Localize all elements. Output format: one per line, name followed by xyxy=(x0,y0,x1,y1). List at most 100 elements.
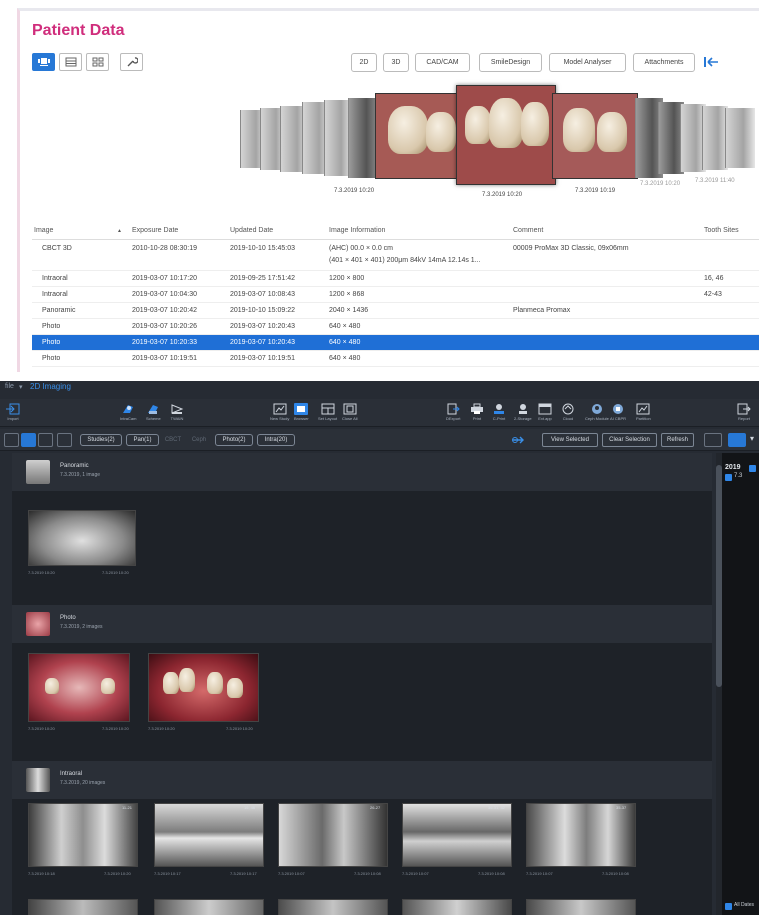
date-checkbox[interactable] xyxy=(725,474,732,481)
list-mode-button[interactable] xyxy=(704,433,722,447)
image-carousel[interactable]: 7.3.2019 10:20 7.3.2019 10:20 7.3.2019 1… xyxy=(240,85,759,198)
refresh-button[interactable]: Refresh xyxy=(661,433,694,447)
storage-button[interactable]: 2-Storage xyxy=(514,403,532,425)
new-study-button[interactable]: New Study xyxy=(270,403,289,425)
dexport-button[interactable]: DExport xyxy=(446,403,460,425)
carousel-date: 7.3.2019 10:20 xyxy=(640,181,681,187)
table-row[interactable]: Intraoral 2019-03-07 10:04:30 2019-03-07… xyxy=(32,287,759,303)
panoramic-image[interactable] xyxy=(28,510,136,566)
ai-cbpr-button[interactable]: AI CBPR xyxy=(610,403,626,425)
module-model-analyser-button[interactable]: Model Analyser xyxy=(549,53,626,72)
import-button[interactable]: Import xyxy=(6,403,20,425)
cell-info: 640 × 480 xyxy=(329,355,361,362)
twain-button[interactable]: TWAIN xyxy=(170,403,184,425)
layout-icon xyxy=(321,403,335,415)
column-header-comment[interactable]: Comment xyxy=(513,227,543,234)
carousel-photo-1[interactable] xyxy=(375,93,461,179)
filter-ceph[interactable]: Ceph xyxy=(188,434,210,446)
carousel-view-button[interactable] xyxy=(4,433,19,447)
sort-icon[interactable]: ▲ xyxy=(117,228,122,234)
intracam-button[interactable]: IntraCam xyxy=(120,403,136,425)
intraoral-image-4[interactable] xyxy=(402,803,512,867)
photo-image-1[interactable] xyxy=(28,653,130,722)
filter-pan[interactable]: Pan(1) xyxy=(126,434,159,446)
section-summary: 7.3.2019, 1 image xyxy=(60,472,101,478)
chevron-down-icon[interactable]: ▾ xyxy=(19,383,23,391)
carousel-photo-3[interactable] xyxy=(552,93,638,179)
carousel-view-button[interactable] xyxy=(32,53,55,71)
set-layout-button[interactable]: Set Layout xyxy=(318,403,337,425)
table-row[interactable]: CBCT 3D 2010-10-28 08:30:19 2019-10-10 1… xyxy=(32,241,759,271)
tools-button[interactable] xyxy=(120,53,143,71)
table-row[interactable]: Panoramic 2019-03-07 10:20:42 2019-10-10… xyxy=(32,303,759,319)
module-cadcam-button[interactable]: CAD/CAM xyxy=(415,53,470,72)
print-button[interactable]: Print xyxy=(470,403,484,425)
cell-updated: 2019-10-10 15:45:03 xyxy=(230,245,295,252)
year-node[interactable]: 2019 xyxy=(725,464,741,471)
list-view-button[interactable] xyxy=(59,53,82,71)
module-attachments-button[interactable]: Attachments xyxy=(633,53,695,72)
intraoral-image-3[interactable] xyxy=(278,803,388,867)
photo-image-2[interactable] xyxy=(148,653,259,722)
filter-cbct[interactable]: CBCT xyxy=(160,434,186,446)
section-photo[interactable]: Photo 7.3.2019, 2 images xyxy=(12,605,712,643)
cell-info: 1200 × 800 xyxy=(329,275,365,282)
clear-selection-button[interactable]: Clear Selection xyxy=(602,433,657,447)
cell-info-detail: (401 × 401 × 401) 200μm 84kV 14mA 12.14s… xyxy=(329,257,481,264)
column-header-info[interactable]: Image Information xyxy=(329,227,385,234)
filter-studies[interactable]: Studies(2) xyxy=(80,434,122,446)
report-button[interactable]: Report xyxy=(737,403,751,425)
intraoral-image-10[interactable] xyxy=(526,899,636,915)
browser-button[interactable]: Browser xyxy=(294,403,309,425)
view-selected-button[interactable]: View Selected xyxy=(542,433,598,447)
wrench-icon xyxy=(127,57,138,67)
filter-intra[interactable]: Intra(20) xyxy=(257,434,295,446)
cell-image: Photo xyxy=(42,339,61,346)
tools-button[interactable] xyxy=(57,433,72,447)
thumbnail-view-button[interactable] xyxy=(21,433,36,447)
module-smiledesign-button[interactable]: SmileDesign xyxy=(479,53,542,72)
carousel-photo-2[interactable] xyxy=(456,85,556,185)
c-print-button[interactable]: C-Print xyxy=(492,403,506,425)
intraoral-image-8[interactable] xyxy=(278,899,388,915)
table-row-selected[interactable]: Photo 2019-03-07 10:20:33 2019-03-07 10:… xyxy=(32,335,759,351)
back-icon[interactable] xyxy=(703,55,719,69)
intraoral-image-6[interactable] xyxy=(28,899,138,915)
filter-photo[interactable]: Photo(2) xyxy=(215,434,253,446)
table-row[interactable]: Photo 2019-03-07 10:19:51 2019-03-07 10:… xyxy=(32,351,759,367)
all-dates-checkbox[interactable] xyxy=(725,903,732,910)
section-panoramic[interactable]: Panoramic 7.3.2019, 1 image xyxy=(12,453,712,491)
date-node[interactable]: 7.3 xyxy=(734,473,742,479)
table-row[interactable]: Photo 2019-03-07 10:20:26 2019-03-07 10:… xyxy=(32,319,759,335)
ceph-module-button[interactable]: Ceph Module xyxy=(585,403,609,425)
grid-view-button[interactable] xyxy=(86,53,109,71)
intraoral-image-5[interactable] xyxy=(526,803,636,867)
intraoral-image-9[interactable] xyxy=(402,899,512,915)
column-header-exposure[interactable]: Exposure Date xyxy=(132,227,178,234)
intraoral-image-1[interactable] xyxy=(28,803,138,867)
close-all-button[interactable]: Close All xyxy=(342,403,358,425)
twain-icon xyxy=(171,404,184,414)
intraoral-image-2[interactable] xyxy=(154,803,264,867)
chevron-down-icon[interactable]: ▾ xyxy=(750,434,754,443)
module-2d-button[interactable]: 2D xyxy=(351,53,377,72)
sync-icon[interactable] xyxy=(511,434,525,446)
year-checkbox[interactable] xyxy=(749,465,756,472)
ext-app-button[interactable]: Ext.app xyxy=(538,403,552,425)
table-row[interactable]: Intraoral 2019-03-07 10:17:20 2019-09-25… xyxy=(32,271,759,287)
calendar-mode-button[interactable] xyxy=(728,433,746,447)
list-view-button[interactable] xyxy=(38,433,53,447)
column-header-updated[interactable]: Updated Date xyxy=(230,227,273,234)
module-3d-button[interactable]: 3D xyxy=(383,53,409,72)
intraoral-image-7[interactable] xyxy=(154,899,264,915)
carousel-slice[interactable] xyxy=(348,98,378,178)
app-menu[interactable]: file xyxy=(5,383,14,390)
partition-button[interactable]: Partition xyxy=(636,403,651,425)
column-header-tooth-sites[interactable]: Tooth Sites xyxy=(704,227,739,234)
section-intraoral[interactable]: Intraoral 7.3.2019, 20 images xyxy=(12,761,712,799)
c-print-icon xyxy=(494,404,504,414)
cloud-button[interactable]: Cloud xyxy=(561,403,575,425)
scheme-button[interactable]: Scheme xyxy=(146,403,161,425)
column-header-image[interactable]: Image xyxy=(34,227,53,234)
carousel-slice[interactable] xyxy=(725,108,755,168)
